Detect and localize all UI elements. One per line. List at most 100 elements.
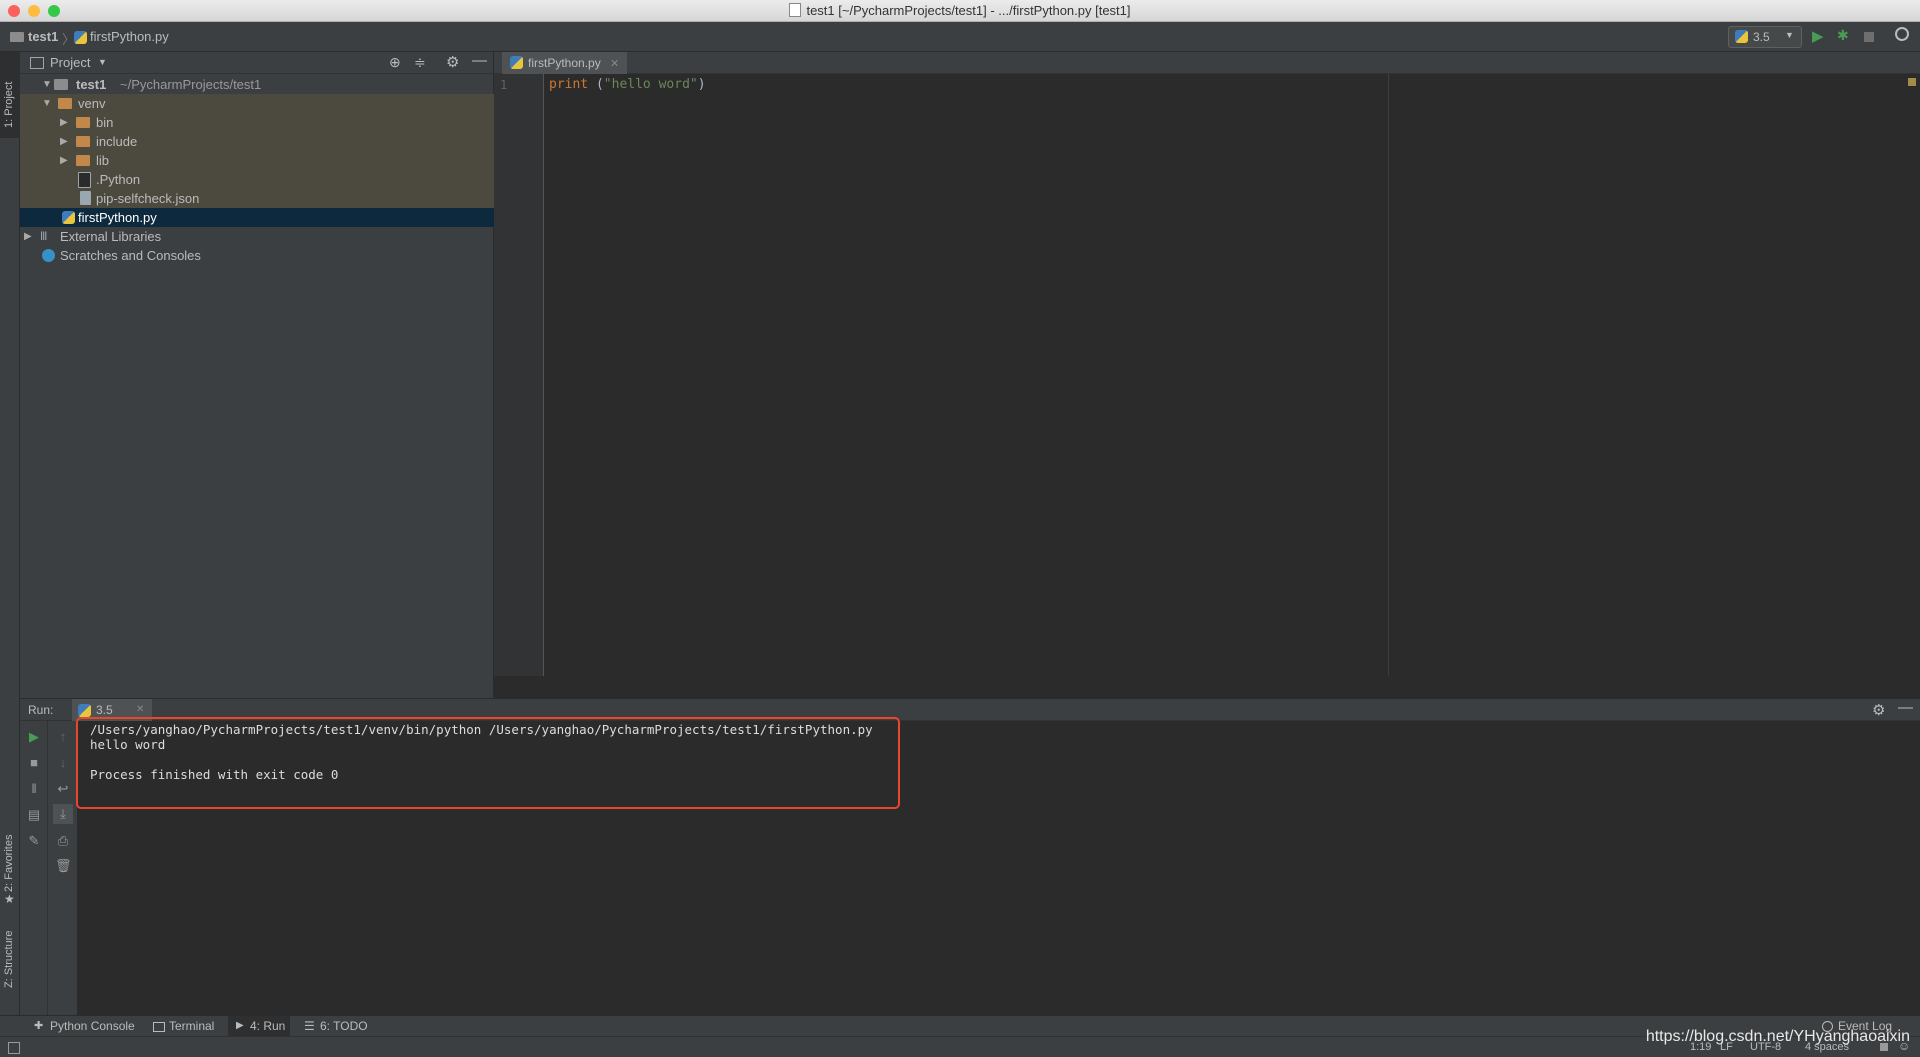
layout-icon[interactable]: ▤ [26, 807, 42, 823]
tree-item-label: .Python [96, 172, 141, 187]
tree-item-scratches[interactable]: Scratches and Consoles [20, 246, 494, 265]
tab-run-label: 4: Run [250, 1019, 286, 1033]
tab-run[interactable]: ▶ 4: Run [228, 1016, 290, 1037]
toggle-tool-windows-icon[interactable] [8, 1042, 20, 1054]
rerun-icon[interactable]: ▶ [26, 729, 42, 745]
zoom-window-button[interactable] [48, 5, 60, 17]
tree-item-pip-selfcheck[interactable]: pip-selfcheck.json [20, 189, 494, 208]
minimize-window-button[interactable] [28, 5, 40, 17]
libraries-icon: ǀǀǀ [40, 229, 47, 243]
chevron-right-icon[interactable]: ▶ [60, 132, 68, 151]
chevron-right-icon[interactable]: ▶ [24, 227, 32, 246]
stop-icon[interactable]: ■ [26, 755, 42, 771]
tree-item-external-libraries[interactable]: ▶ ǀǀǀ External Libraries [20, 227, 494, 246]
print-icon[interactable]: ⎙ [55, 833, 71, 849]
python-file-icon [62, 211, 75, 224]
debug-icon[interactable]: ✱ [1837, 27, 1849, 44]
breadcrumb-project[interactable]: test1 [28, 29, 58, 44]
tree-item-label: pip-selfcheck.json [96, 191, 200, 206]
interpreter-label: 3.5 [1753, 30, 1770, 44]
star-icon: ★ [4, 892, 15, 906]
folder-icon [54, 79, 68, 90]
tree-item-label: test1 [76, 77, 107, 92]
folder-icon [10, 32, 24, 42]
project-view-selector[interactable]: Project [50, 55, 90, 70]
hide-icon[interactable]: — [472, 52, 487, 69]
tree-item-include[interactable]: ▶ include [20, 132, 494, 151]
output-highlight-box [76, 717, 900, 809]
code-line[interactable]: print ("hello word") [549, 76, 706, 94]
tree-item-label: Scratches and Consoles [60, 248, 201, 263]
project-panel: Project ▼ ⊕ ≑ ⚙ — ▼ test1 ~/PycharmProje… [20, 52, 494, 698]
tab-todo[interactable]: 6: TODO [320, 1019, 368, 1033]
chevron-down-icon[interactable]: ▼ [42, 75, 52, 94]
run-icon[interactable]: ▶ [1812, 27, 1824, 45]
hide-icon[interactable]: — [1898, 699, 1913, 716]
close-icon[interactable]: ✕ [610, 58, 619, 70]
watermark: https://blog.csdn.net/YHyanghaoaixin [1645, 1028, 1910, 1045]
folder-icon [58, 98, 72, 109]
arrow-up-icon[interactable]: ↑ [55, 729, 71, 745]
file-icon [78, 172, 91, 188]
tree-item-bin[interactable]: ▶ bin [20, 113, 494, 132]
tree-item-label: firstPython.py [78, 210, 157, 225]
locate-icon[interactable]: ⊕ [389, 54, 401, 71]
gear-icon[interactable]: ⚙ [446, 53, 459, 71]
chevron-right-icon[interactable]: ▶ [60, 151, 68, 170]
document-icon [789, 3, 802, 17]
code-keyword: print [549, 77, 589, 92]
folder-icon [76, 117, 90, 128]
code-punctuation: ( [588, 77, 604, 92]
stop-icon[interactable] [1864, 32, 1874, 42]
search-icon[interactable] [1895, 27, 1909, 41]
run-toolbar-secondary: ↑ ↓ ↩ ⤓ ⎙ 🗑 [48, 721, 78, 1015]
code-editor[interactable]: 1 print ("hello word") [494, 74, 1920, 676]
run-icon: ▶ [236, 1020, 244, 1031]
todo-icon: ☰ [304, 1019, 315, 1033]
right-margin-guide [1388, 74, 1389, 676]
arrow-down-icon[interactable]: ↓ [55, 755, 71, 771]
code-string: "hello word" [603, 77, 698, 92]
window-title: test1 [~/PycharmProjects/test1] - .../fi… [806, 3, 1131, 18]
tree-item-lib[interactable]: ▶ lib [20, 151, 494, 170]
scratches-icon [42, 249, 55, 262]
scroll-to-end-icon[interactable]: ⤓ [53, 804, 73, 824]
editor-tab-label: firstPython.py [528, 56, 601, 70]
python-icon [1735, 30, 1748, 43]
inspection-indicator [1908, 78, 1916, 86]
trash-icon[interactable]: 🗑 [55, 858, 72, 874]
pin-icon[interactable]: ✎ [26, 833, 42, 849]
chevron-down-icon[interactable]: ▼ [42, 94, 52, 113]
collapse-icon[interactable]: ≑ [414, 54, 426, 71]
tree-item-test1[interactable]: ▼ test1 ~/PycharmProjects/test1 [20, 75, 494, 94]
editor-tab-firstpython[interactable]: firstPython.py ✕ [502, 52, 628, 74]
tree-item-python[interactable]: .Python [20, 170, 494, 189]
tab-terminal[interactable]: Terminal [169, 1019, 214, 1033]
folder-icon [76, 155, 90, 166]
project-tool-tab[interactable]: 1: Project [0, 52, 20, 138]
breadcrumb-file[interactable]: firstPython.py [90, 29, 169, 44]
python-file-icon [510, 56, 523, 69]
tree-item-firstpython[interactable]: firstPython.py [20, 208, 494, 227]
close-window-button[interactable] [8, 5, 20, 17]
tab-python-console[interactable]: Python Console [50, 1019, 135, 1033]
navigation-bar: test1 〉 firstPython.py 3.5 ▼ ▶ ✱ [0, 22, 1920, 52]
window-title-bar: test1 [~/PycharmProjects/test1] - .../fi… [0, 0, 1920, 22]
gear-icon[interactable]: ⚙ [1872, 701, 1885, 719]
tree-item-label: bin [96, 115, 114, 130]
soft-wrap-icon[interactable]: ↩ [55, 781, 71, 797]
python-console-icon: ✚ [34, 1020, 44, 1032]
interpreter-selector[interactable]: 3.5 ▼ [1728, 26, 1802, 48]
tree-item-venv[interactable]: ▼ venv [20, 94, 494, 113]
chevron-right-icon[interactable]: ▶ [60, 113, 68, 132]
pause-icon[interactable]: ‖ [26, 781, 42, 797]
chevron-down-icon: ▼ [1785, 30, 1794, 40]
run-toolbar-primary: ▶ ■ ‖ ▤ ✎ [20, 721, 48, 1015]
project-panel-header: Project ▼ ⊕ ≑ ⚙ — [20, 52, 494, 74]
close-icon[interactable]: ✕ [136, 704, 144, 715]
tree-item-label: include [96, 134, 138, 149]
structure-tab[interactable]: Z: Structure [3, 931, 15, 988]
json-file-icon [80, 191, 91, 205]
left-tool-strip: 1: Project 2: Favorites ★ Z: Structure [0, 52, 20, 1015]
favorites-tab[interactable]: 2: Favorites [3, 835, 15, 892]
